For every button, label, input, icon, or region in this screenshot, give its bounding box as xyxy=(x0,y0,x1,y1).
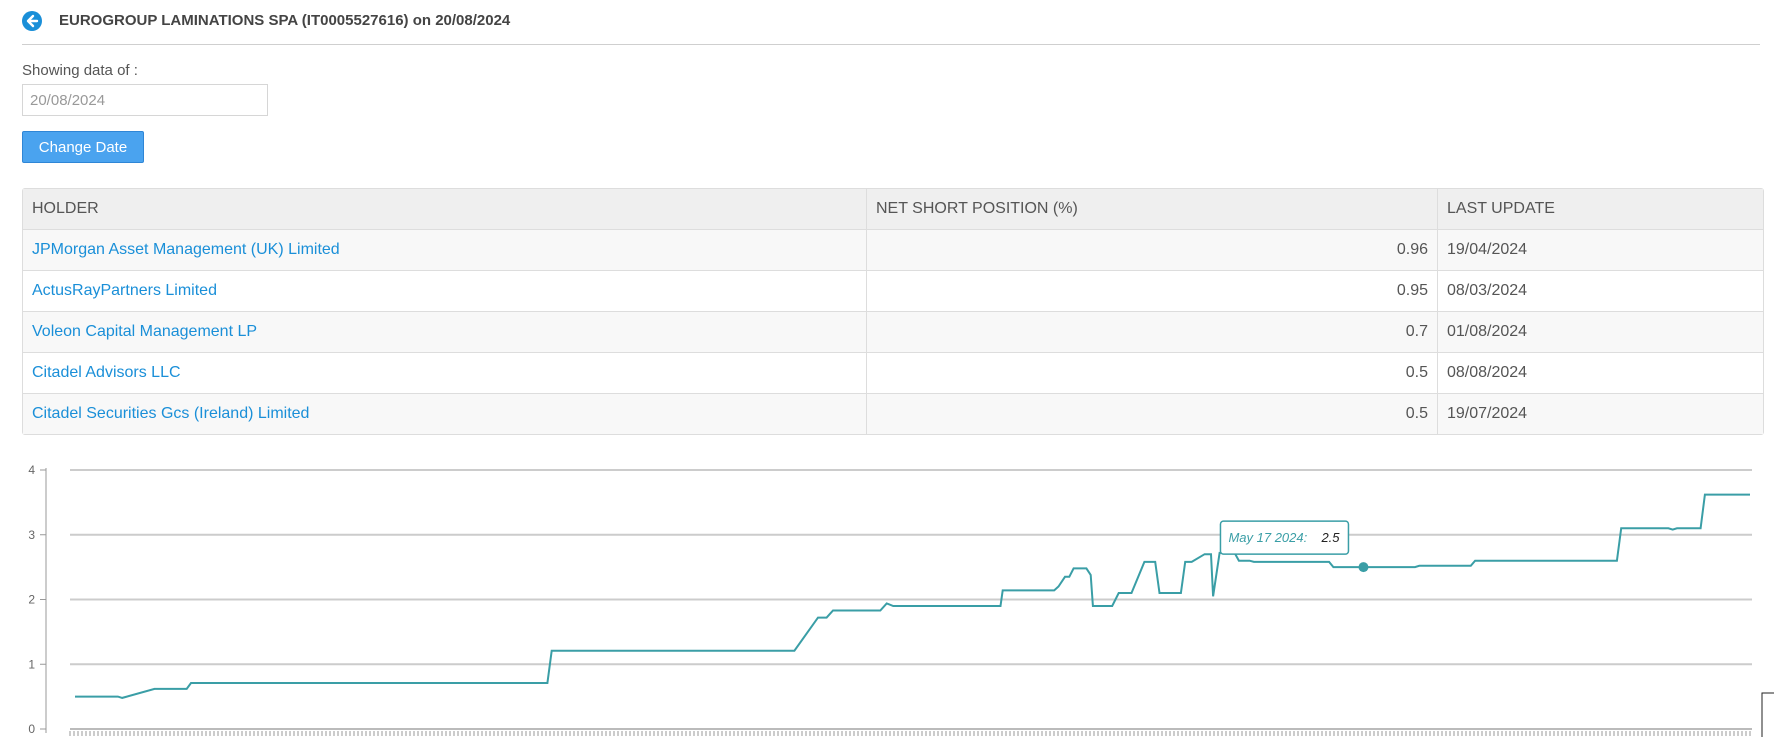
table-row: JPMorgan Asset Management (UK) Limited 0… xyxy=(23,229,1763,270)
holder-link[interactable]: Citadel Securities Gcs (Ireland) Limited xyxy=(32,405,309,422)
chart-tooltip: May 17 2024: 2.5 xyxy=(1219,520,1350,555)
holder-cell: Voleon Capital Management LP xyxy=(23,311,866,352)
y-axis: 0 1 2 3 4 xyxy=(28,463,47,736)
column-header-net-short-position[interactable]: NET SHORT POSITION (%) xyxy=(866,189,1437,229)
y-tick-label: 2 xyxy=(28,593,35,607)
tooltip-value: 2.5 xyxy=(1320,530,1340,545)
chart-corner-frame xyxy=(1761,692,1774,737)
holder-cell: Citadel Advisors LLC xyxy=(23,352,866,393)
date-input[interactable] xyxy=(22,84,268,116)
tooltip-date: May 17 2024: xyxy=(1228,530,1307,545)
update-cell: 19/04/2024 xyxy=(1437,229,1763,270)
y-tick-label: 1 xyxy=(28,657,35,671)
x-axis-ticks xyxy=(69,731,1751,736)
showing-data-label: Showing data of : xyxy=(22,62,138,79)
holder-link[interactable]: JPMorgan Asset Management (UK) Limited xyxy=(32,241,340,258)
back-button[interactable] xyxy=(22,11,42,31)
arrow-left-circle-icon xyxy=(26,14,39,28)
holder-cell: JPMorgan Asset Management (UK) Limited xyxy=(23,229,866,270)
y-tick-label: 0 xyxy=(28,722,35,736)
table-row: Citadel Advisors LLC 0.5 08/08/2024 xyxy=(23,352,1763,393)
update-cell: 19/07/2024 xyxy=(1437,393,1763,434)
position-cell: 0.5 xyxy=(866,393,1437,434)
position-cell: 0.7 xyxy=(866,311,1437,352)
table-header-row: HOLDER NET SHORT POSITION (%) LAST UPDAT… xyxy=(23,189,1763,229)
update-cell: 08/08/2024 xyxy=(1437,352,1763,393)
position-cell: 0.5 xyxy=(866,352,1437,393)
y-tick-label: 3 xyxy=(28,528,35,542)
update-cell: 08/03/2024 xyxy=(1437,270,1763,311)
series-line xyxy=(75,493,1750,699)
column-header-holder[interactable]: HOLDER xyxy=(23,189,866,229)
holder-link[interactable]: Citadel Advisors LLC xyxy=(32,364,181,381)
short-position-chart: 0 1 2 3 4 May 17 2024: 2.5 xyxy=(28,463,1774,737)
holder-link[interactable]: ActusRayPartners Limited xyxy=(32,282,217,299)
position-cell: 0.96 xyxy=(866,229,1437,270)
page-header: EUROGROUP LAMINATIONS SPA (IT0005527616)… xyxy=(22,9,1760,45)
page-title: EUROGROUP LAMINATIONS SPA (IT0005527616)… xyxy=(59,12,511,29)
chart-grid xyxy=(70,469,1752,730)
change-date-button[interactable]: Change Date xyxy=(22,131,144,163)
holder-cell: ActusRayPartners Limited xyxy=(23,270,866,311)
table-row: Citadel Securities Gcs (Ireland) Limited… xyxy=(23,393,1763,434)
holder-cell: Citadel Securities Gcs (Ireland) Limited xyxy=(23,393,866,434)
y-tick-label: 4 xyxy=(28,463,35,477)
holder-link[interactable]: Voleon Capital Management LP xyxy=(32,323,257,340)
position-cell: 0.95 xyxy=(866,270,1437,311)
update-cell: 01/08/2024 xyxy=(1437,311,1763,352)
holders-table-container: HOLDER NET SHORT POSITION (%) LAST UPDAT… xyxy=(22,188,1764,435)
holders-table: HOLDER NET SHORT POSITION (%) LAST UPDAT… xyxy=(22,188,1764,435)
table-row: ActusRayPartners Limited 0.95 08/03/2024 xyxy=(23,270,1763,311)
table-row: Voleon Capital Management LP 0.7 01/08/2… xyxy=(23,311,1763,352)
column-header-last-update[interactable]: LAST UPDATE xyxy=(1437,189,1763,229)
hover-point[interactable] xyxy=(1358,562,1369,573)
